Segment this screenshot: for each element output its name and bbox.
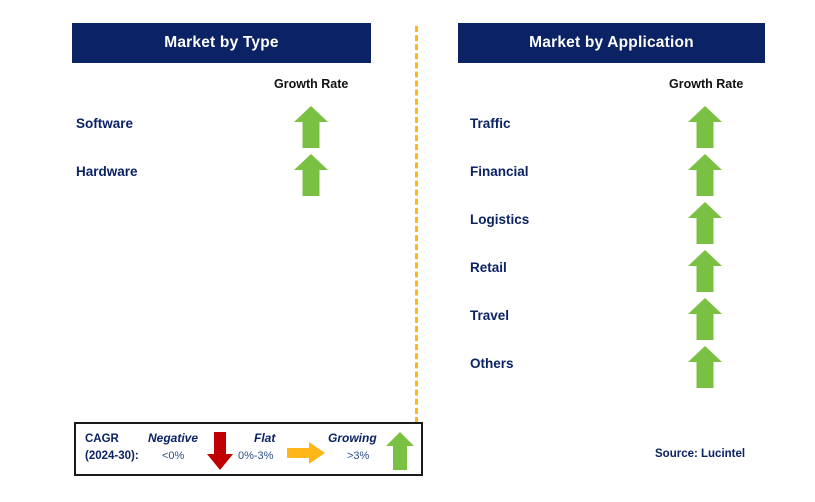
arrow-up-icon bbox=[688, 106, 722, 148]
legend-flat-value: 0%-3% bbox=[238, 450, 274, 462]
legend-cagr-label: CAGR (2024-30): bbox=[85, 431, 139, 465]
arrow-up-icon bbox=[688, 154, 722, 196]
arrow-up-icon bbox=[688, 298, 722, 340]
market-row: Travel bbox=[412, 294, 815, 342]
market-row-label: Travel bbox=[470, 308, 510, 323]
panel-title-type: Market by Type bbox=[72, 23, 371, 63]
growth-rate-header-application: Growth Rate bbox=[669, 77, 744, 91]
arrow-up-icon bbox=[688, 202, 722, 244]
arrow-up-icon bbox=[688, 250, 722, 292]
market-row: Retail bbox=[412, 246, 815, 294]
growth-rate-header-type: Growth Rate bbox=[274, 77, 349, 91]
market-row: Others bbox=[412, 342, 815, 390]
legend-flat-title: Flat bbox=[254, 431, 276, 445]
legend-negative-value: <0% bbox=[162, 450, 185, 462]
arrow-up-icon bbox=[688, 346, 722, 388]
market-row-label: Financial bbox=[470, 164, 529, 179]
legend-cagr-line2: (2024-30): bbox=[85, 450, 139, 462]
market-by-application-panel: Market by Application Growth Rate Traffi… bbox=[412, 0, 815, 502]
arrow-up-icon bbox=[294, 154, 328, 196]
arrow-right-icon bbox=[287, 442, 325, 464]
market-row-label: Logistics bbox=[470, 212, 530, 227]
vertical-dashed-divider bbox=[415, 26, 418, 432]
panel-title-application: Market by Application bbox=[458, 23, 765, 63]
arrow-down-icon bbox=[207, 432, 233, 470]
arrow-up-icon bbox=[386, 432, 414, 470]
cagr-legend: CAGR (2024-30): Negative <0% Flat 0%-3% … bbox=[74, 422, 423, 476]
legend-cagr-line1: CAGR bbox=[85, 433, 119, 445]
source-attribution: Source: Lucintel bbox=[655, 448, 746, 460]
market-row-label: Software bbox=[76, 116, 134, 131]
market-row-label: Others bbox=[470, 356, 514, 371]
market-row: Traffic bbox=[412, 102, 815, 150]
market-row-label: Retail bbox=[470, 260, 507, 275]
legend-negative-title: Negative bbox=[148, 431, 199, 445]
market-row: Financial bbox=[412, 150, 815, 198]
market-row-label: Hardware bbox=[76, 164, 138, 179]
market-row: Hardware bbox=[0, 150, 410, 198]
market-row: Software bbox=[0, 102, 410, 150]
market-row: Logistics bbox=[412, 198, 815, 246]
arrow-up-icon bbox=[294, 106, 328, 148]
market-row-label: Traffic bbox=[470, 116, 511, 131]
legend-growing-value: >3% bbox=[347, 450, 370, 462]
legend-growing-title: Growing bbox=[328, 431, 377, 445]
